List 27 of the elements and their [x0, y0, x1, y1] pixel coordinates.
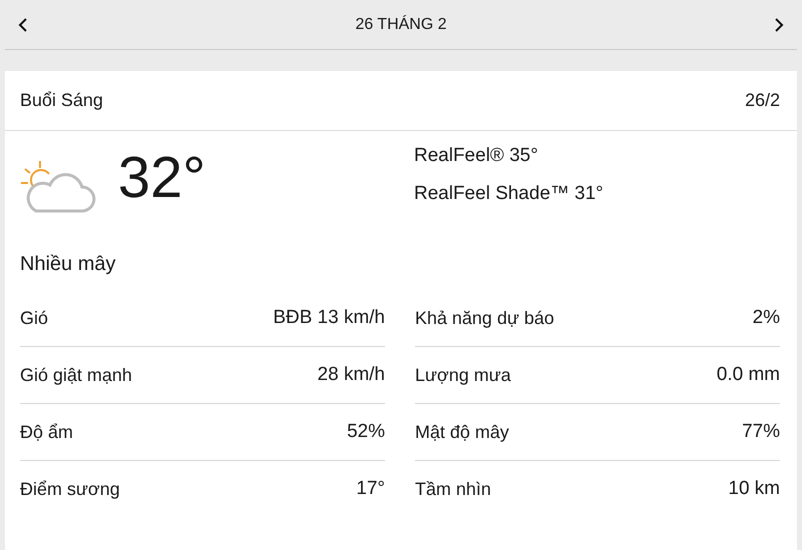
condition-label: Nhiều mây — [19, 252, 117, 276]
detail-value: 0.0 mm — [716, 364, 780, 386]
detail-value: 77% — [742, 421, 780, 443]
detail-value: 52% — [346, 421, 385, 443]
period-label: Buổi Sáng — [20, 90, 104, 111]
chevron-left-icon — [18, 16, 28, 32]
detail-value: 2% — [752, 307, 780, 329]
detail-label: Điểm sương — [20, 478, 120, 500]
detail-label: Tầm nhìn — [415, 478, 492, 500]
detail-label: Gió giật mạnh — [20, 364, 132, 386]
detail-label: Mật độ mây — [415, 422, 510, 442]
detail-label: Lượng mưa — [415, 364, 511, 386]
realfeel-reading: RealFeel® 35° — [414, 145, 540, 167]
detail-label: Gió — [20, 308, 48, 328]
next-button[interactable] — [774, 16, 784, 32]
detail-value: BĐB 13 km/h — [273, 307, 385, 329]
detail-value: 10 km — [728, 478, 780, 500]
detail-label: Độ ẩm — [20, 422, 74, 442]
previous-button[interactable] — [18, 16, 28, 32]
realfeel-reading: RealFeel Shade™ 31° — [414, 183, 604, 205]
chevron-right-icon — [774, 16, 784, 32]
detail-value: 28 km/h — [317, 364, 385, 386]
date-title: 26 THÁNG 2 — [355, 16, 447, 34]
date-label: 26/2 — [744, 90, 780, 111]
detail-value: 17° — [356, 478, 385, 500]
detail-label: Khả năng dự báo — [415, 308, 554, 328]
temperature: 32° — [118, 149, 206, 207]
